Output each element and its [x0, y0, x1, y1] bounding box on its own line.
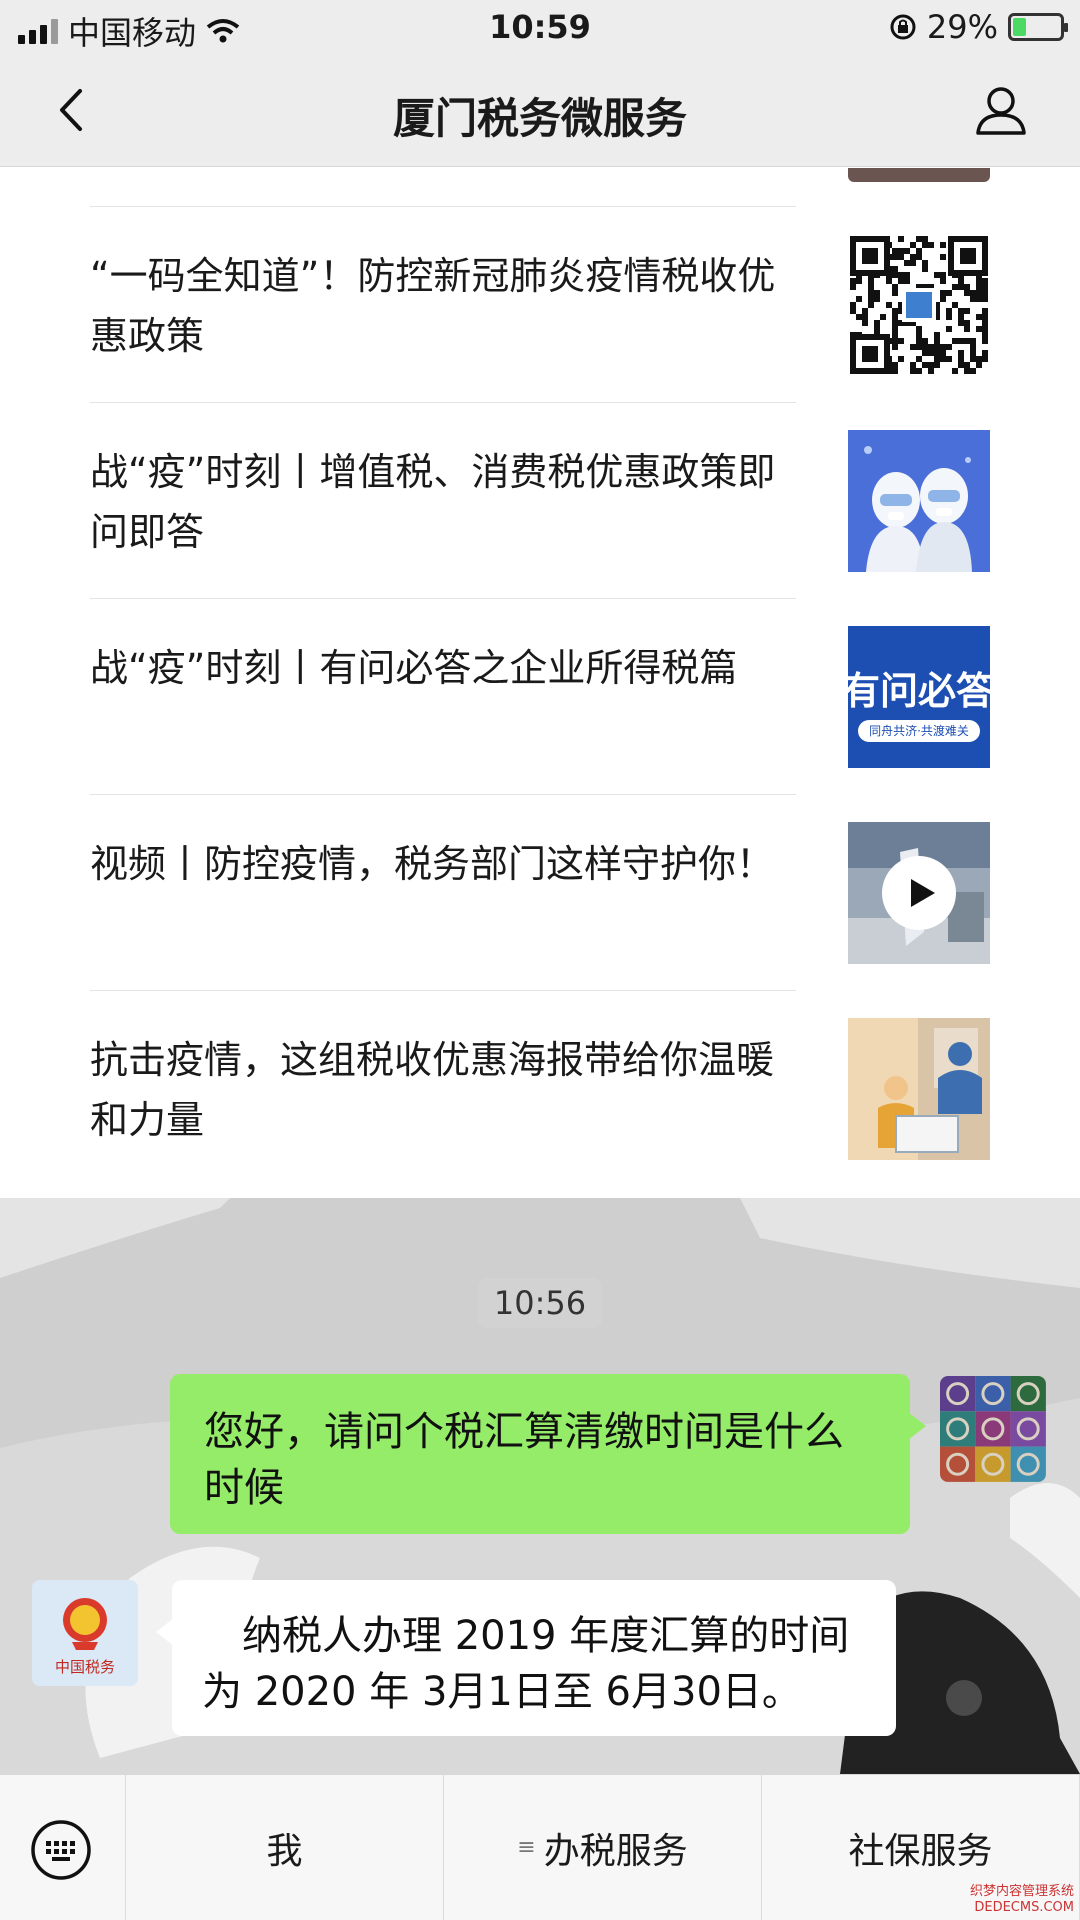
article-item[interactable]: 抗击疫情，这组税收优惠海报带给你温暖和力量 — [90, 990, 1080, 1186]
article-item[interactable]: 视频丨防控疫情，税务部门这样守护你！ — [90, 794, 1080, 990]
page-title: 厦门税务微服务 — [392, 94, 687, 143]
battery-icon — [1008, 13, 1068, 41]
incoming-message[interactable]: 纳税人办理 2019 年度汇算的时间为 2020 年 3月1日至 6月30日。 — [156, 1580, 896, 1736]
orientation-lock-icon — [890, 14, 916, 40]
divider — [90, 794, 796, 795]
article-item[interactable]: 战“疫”时刻丨有问必答之企业所得税篇 有问必答 同舟共济·共渡难关 — [90, 598, 1080, 794]
status-right: 29% — [889, 8, 1068, 46]
divider — [90, 990, 796, 991]
nav-bar: 厦门税务微服务 — [0, 55, 1080, 167]
menu-item-me[interactable]: 我 — [126, 1775, 444, 1920]
tax-bureau-avatar[interactable]: 中国税务 — [32, 1580, 138, 1686]
watermark-line1: 织梦内容管理系统 — [969, 1884, 1074, 1899]
user-profile-icon[interactable] — [974, 83, 1028, 137]
qr-code-thumbnail — [848, 234, 990, 376]
keyboard-toggle[interactable] — [0, 1775, 126, 1920]
chat-timestamp: 10:56 — [478, 1278, 602, 1328]
banner-subtext: 同舟共济·共渡难关 — [858, 720, 980, 742]
battery-fill — [1013, 18, 1027, 36]
banner-thumbnail: 有问必答 同舟共济·共渡难关 — [848, 626, 990, 768]
video-thumbnail — [848, 822, 990, 964]
poster-thumbnail — [848, 1018, 990, 1160]
submenu-lines-icon: ≡ — [517, 1835, 536, 1860]
article-title: 战“疫”时刻丨增值税、消费税优惠政策即问即答 — [90, 450, 776, 554]
menu-item-tax-services[interactable]: ≡ 办税服务 — [444, 1775, 762, 1920]
divider — [90, 598, 796, 599]
article-list: “一码全知道”！防控新冠肺炎疫情税收优惠政策 战“疫”时刻丨增值税、消费税优惠政… — [0, 168, 1080, 1198]
keyboard-icon[interactable] — [30, 1819, 92, 1881]
bottom-menu: 我 ≡ 办税服务 社保服务 织梦内容管理系统 DEDECMS.COM — [0, 1774, 1080, 1920]
article-item[interactable]: “一码全知道”！防控新冠肺炎疫情税收优惠政策 — [90, 206, 1080, 402]
status-bar: 中国移动 10:59 29% — [0, 0, 1080, 55]
divider — [90, 206, 796, 207]
watermark: 织梦内容管理系统 DEDECMS.COM — [970, 1884, 1074, 1916]
article-item[interactable]: 战“疫”时刻丨增值税、消费税优惠政策即问即答 — [90, 402, 1080, 598]
battery-percent: 29% — [926, 8, 998, 46]
outgoing-message[interactable]: 您好，请问个税汇算清缴时间是什么时候 — [170, 1374, 926, 1534]
menu-label: 办税服务 — [543, 1830, 688, 1872]
divider — [90, 402, 796, 403]
article-title: 抗击疫情，这组税收优惠海报带给你温暖和力量 — [90, 1038, 775, 1142]
medical-workers-thumbnail — [848, 430, 990, 572]
menu-label: 社保服务 — [848, 1830, 993, 1872]
my-avatar[interactable] — [940, 1376, 1046, 1482]
banner-text: 有问必答 — [848, 669, 990, 713]
watermark-line2: DEDECMS.COM — [974, 1900, 1074, 1915]
tax-logo-text: 中国税务 — [54, 1658, 115, 1676]
play-icon[interactable] — [880, 854, 958, 932]
chat-area: 10:56 您好，请问个税汇算清缴时间是什么时候 中国税务 纳税人办理 2019… — [0, 1198, 1080, 1774]
article-title: 视频丨防控疫情，税务部门这样守护你！ — [90, 842, 775, 886]
article-title: “一码全知道”！防控新冠肺炎疫情税收优惠政策 — [90, 254, 776, 358]
menu-label: 我 — [266, 1830, 303, 1872]
article-title: 战“疫”时刻丨有问必答之企业所得税篇 — [90, 646, 738, 690]
partial-thumbnail — [848, 168, 990, 182]
